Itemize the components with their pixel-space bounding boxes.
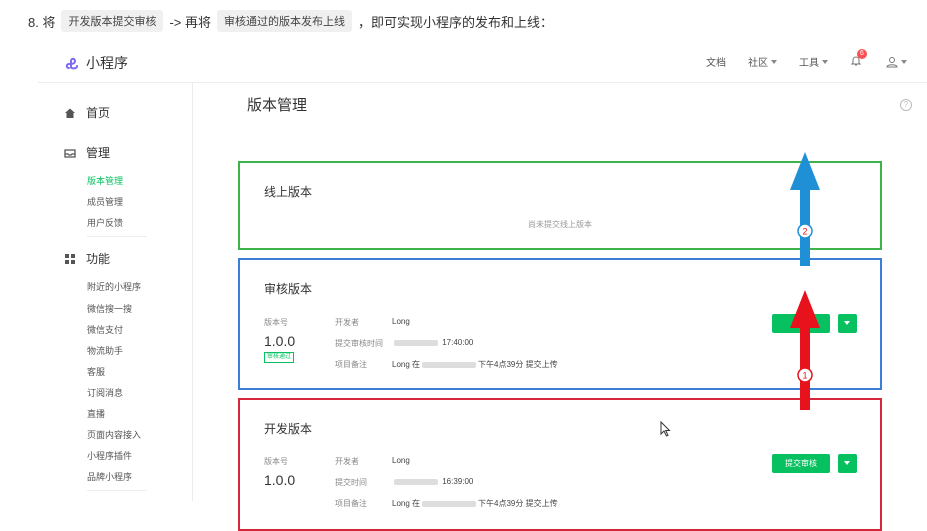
publish-dropdown-button[interactable] [838, 314, 857, 333]
sidebar-item-logistics[interactable]: 物流助手 [87, 344, 123, 357]
dev-version-card: 开发版本 版本号 1.0.0 开发者 Long 提交时间 16:39:00 项目… [238, 398, 882, 531]
nav-tools-label: 工具 [799, 58, 819, 69]
note-prefix: Long 在 [392, 499, 421, 508]
intro-suffix: ，即可实现小程序的发布和上线： [358, 14, 554, 30]
version-number: 1.0.0 [264, 333, 296, 349]
nav-community[interactable]: 社区 [748, 54, 777, 69]
notification-button[interactable]: 6 [850, 48, 867, 69]
sidebar-item-label: 功能 [86, 252, 111, 266]
publish-button[interactable]: 发布 [772, 314, 830, 333]
user-icon [886, 56, 898, 67]
sidebar-item-version-manage[interactable]: 版本管理 [87, 174, 123, 187]
top-bar: 小程序 文档 社区 工具 6 [38, 40, 927, 83]
sidebar-item-home[interactable]: 首页 [64, 104, 110, 121]
app-logo[interactable]: 小程序 [65, 53, 128, 73]
sidebar-item-label: 管理 [86, 146, 111, 160]
sidebar-item-wechat-pay[interactable]: 微信支付 [87, 323, 123, 336]
redacted-date [422, 500, 477, 507]
top-nav: 文档 社区 工具 6 [684, 48, 907, 69]
redacted-date [422, 361, 477, 368]
submit-time-value: 17:40:00 [392, 338, 473, 347]
intro-code-publish: 审核通过的版本发布上线 [217, 10, 353, 32]
intro-instruction: 8. 将 开发版本提交审核 -> 再将 审核通过的版本发布上线 ，即可实现小程序… [28, 10, 553, 32]
help-icon[interactable]: ? [900, 99, 912, 111]
intro-code-submit: 开发版本提交审核 [61, 10, 164, 32]
developer-label: 开发者 [335, 318, 359, 327]
submit-time-text: 17:40:00 [442, 338, 474, 347]
submit-dropdown-button[interactable] [838, 454, 857, 473]
developer-value: Long [392, 317, 410, 326]
sidebar-section-features[interactable]: 功能 [64, 250, 110, 267]
sidebar-item-member-manage[interactable]: 成员管理 [87, 195, 123, 208]
notification-badge: 6 [857, 48, 867, 59]
online-version-title: 线上版本 [264, 185, 313, 199]
dev-version-title: 开发版本 [264, 422, 313, 436]
bell-icon: 6 [850, 48, 867, 69]
app-name: 小程序 [86, 55, 128, 71]
sidebar-item-wechat-search[interactable]: 微信搜一搜 [87, 302, 132, 315]
sidebar-item-plugin[interactable]: 小程序插件 [87, 449, 132, 462]
chevron-down-icon [901, 59, 907, 64]
nav-tools[interactable]: 工具 [799, 54, 828, 69]
review-version-card: 审核版本 版本号 1.0.0 审核通过 开发者 Long 提交审核时间 17:4… [238, 258, 882, 390]
note-prefix: Long 在 [392, 360, 421, 369]
inbox-icon [64, 148, 76, 158]
developer-label: 开发者 [335, 457, 359, 466]
grid-icon [65, 253, 75, 264]
sidebar-divider [87, 236, 147, 237]
redacted-date [394, 478, 438, 485]
sidebar-item-customer-service[interactable]: 客服 [87, 365, 105, 378]
sidebar-section-manage[interactable]: 管理 [64, 144, 110, 161]
sidebar: 首页 管理 版本管理 成员管理 用户反馈 功能 附近的小程序 微信搜一搜 微信支… [38, 82, 193, 501]
intro-prefix: 8. 将 [28, 14, 56, 30]
chevron-down-icon [771, 59, 777, 64]
developer-value: Long [392, 456, 410, 465]
submit-time-label: 提交审核时间 [335, 339, 383, 348]
sidebar-item-live[interactable]: 直播 [87, 407, 105, 420]
app-window: 小程序 文档 社区 工具 6 首页 管理 版本管理 成员管理 用户反馈 功能 附… [38, 40, 927, 531]
redacted-date [394, 339, 438, 346]
user-menu[interactable] [886, 56, 907, 68]
sidebar-divider [87, 490, 147, 491]
note-suffix: 下午4点39分 提交上传 [478, 499, 558, 508]
version-label: 版本号 [264, 318, 288, 327]
note-suffix: 下午4点39分 提交上传 [478, 360, 558, 369]
nav-docs[interactable]: 文档 [706, 54, 726, 69]
chevron-down-icon [822, 59, 828, 64]
mouse-cursor-icon [660, 421, 671, 437]
submit-time-value: 16:39:00 [392, 477, 473, 486]
note-value: Long 在 下午4点39分 提交上传 [392, 498, 558, 509]
version-label: 版本号 [264, 457, 288, 466]
online-version-card: 线上版本 尚未提交线上版本 [238, 161, 882, 250]
note-label: 项目备注 [335, 360, 367, 369]
submit-time-label: 提交时间 [335, 478, 367, 487]
version-number: 1.0.0 [264, 472, 296, 488]
online-version-empty-text: 尚未提交线上版本 [528, 220, 592, 229]
home-icon [65, 108, 75, 118]
page-title: 版本管理 [247, 97, 308, 114]
sidebar-item-nearby-miniprogram[interactable]: 附近的小程序 [87, 280, 141, 293]
submit-review-button[interactable]: 提交审核 [772, 454, 830, 473]
note-value: Long 在 下午4点39分 提交上传 [392, 359, 558, 370]
note-label: 项目备注 [335, 499, 367, 508]
sidebar-item-user-feedback[interactable]: 用户反馈 [87, 216, 123, 229]
sidebar-item-brand-miniprogram[interactable]: 品牌小程序 [87, 470, 132, 483]
nav-community-label: 社区 [748, 58, 768, 69]
status-badge: 审核通过 [264, 352, 295, 363]
main-content: 版本管理 ? 线上版本 尚未提交线上版本 审核版本 版本号 1.0.0 审核通过… [192, 82, 927, 531]
submit-time-text: 16:39:00 [442, 477, 474, 486]
sidebar-item-page-content[interactable]: 页面内容接入 [87, 428, 141, 441]
miniprogram-logo-icon [65, 57, 78, 70]
sidebar-item-label: 首页 [86, 106, 111, 120]
review-version-title: 审核版本 [264, 282, 313, 296]
sidebar-item-subscribe-message[interactable]: 订阅消息 [87, 386, 123, 399]
intro-mid: -> 再将 [169, 14, 212, 30]
